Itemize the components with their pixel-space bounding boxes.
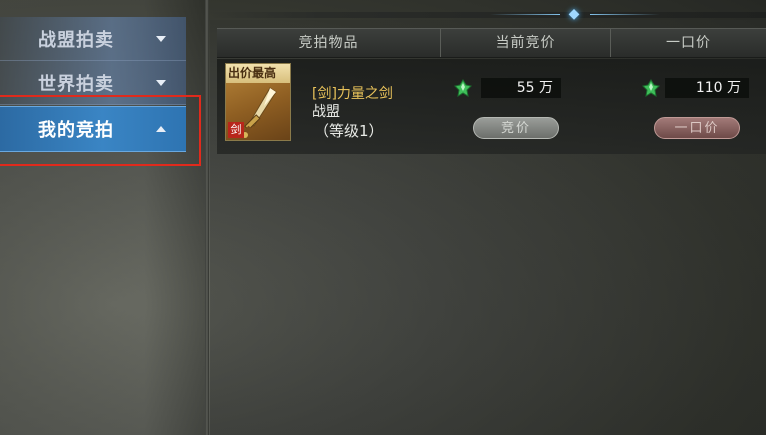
sidebar-divider (205, 0, 209, 435)
top-frame-bar (210, 12, 766, 18)
sidebar: 战盟拍卖 世界拍卖 我的竞拍 (0, 0, 206, 435)
item-type-badge: 剑 (228, 122, 244, 138)
buyout-button[interactable]: 一口价 (654, 117, 740, 139)
table-header: 竞拍物品 当前竞价 一口价 (217, 28, 766, 58)
auction-screen: ◆ 战盟拍卖 世界拍卖 我的竞拍 竞拍物品 当前竞价 一口价 出价最高 剑 [剑… (0, 0, 766, 435)
table-row: 出价最高 剑 [剑]力量之剑 战盟 （等级1） 55 万 110 万 竞价 一口… (217, 59, 766, 154)
tab-label: 世界拍卖 (38, 73, 114, 95)
chevron-down-icon (156, 35, 166, 42)
header-buyout: 一口价 (666, 35, 711, 51)
diamond-ornament-icon: ◆ (568, 6, 580, 22)
sword-icon (242, 87, 277, 138)
chevron-down-icon (156, 79, 166, 86)
tab-label: 战盟拍卖 (38, 29, 114, 51)
item-level: （等级1） (314, 122, 384, 140)
header-current-bid: 当前竞价 (441, 29, 611, 57)
item-card[interactable]: 出价最高 剑 (225, 63, 291, 141)
tab-guild-auction[interactable]: 战盟拍卖 (0, 17, 186, 61)
highest-bid-ribbon: 出价最高 (226, 64, 290, 83)
ornament-line-right (590, 14, 660, 15)
green-gem-icon (642, 79, 660, 97)
item-owner: 战盟 (312, 104, 340, 120)
selection-highlight (0, 95, 201, 166)
current-bid-value: 55 万 (481, 78, 561, 98)
header-item: 竞拍物品 (217, 29, 441, 57)
ornament-line-left (490, 14, 560, 15)
item-name: [剑]力量之剑 (312, 86, 393, 102)
green-gem-icon (454, 79, 472, 97)
buyout-value: 110 万 (665, 78, 749, 98)
bid-button[interactable]: 竞价 (473, 117, 559, 139)
